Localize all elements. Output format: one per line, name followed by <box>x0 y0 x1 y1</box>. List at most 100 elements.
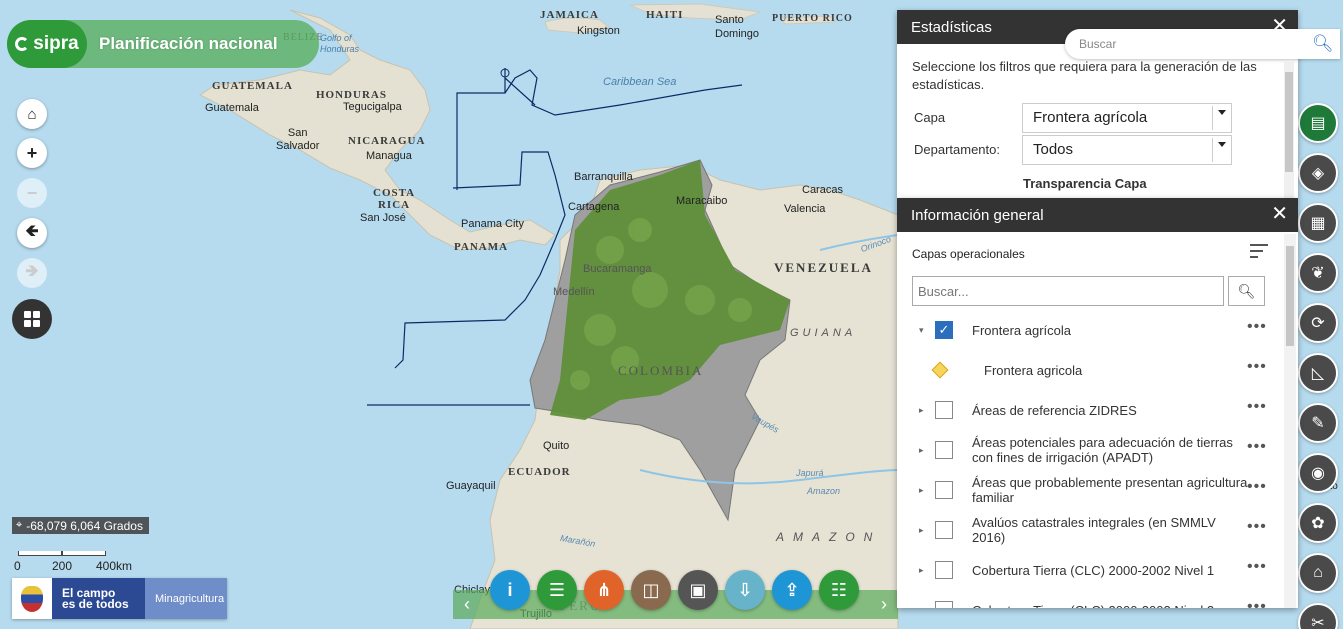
next-extent-button[interactable]: 🡺 <box>17 258 47 288</box>
capa-select-value: Frontera agrícola <box>1033 109 1148 126</box>
departamento-select[interactable]: Todos <box>1022 135 1232 165</box>
caret-down-icon <box>1218 110 1226 115</box>
app-header: sipra Planificación nacional <box>7 20 319 68</box>
more-options-icon[interactable]: ••• <box>1247 358 1267 376</box>
home-button[interactable]: ⌂ <box>17 99 47 129</box>
swipe-icon: ◫ <box>642 579 660 600</box>
layer-item[interactable]: ▸ Áreas potenciales para adecuación de ti… <box>897 430 1298 470</box>
expand-icon[interactable]: ▸ <box>919 445 924 456</box>
zoom-in-button[interactable]: + <box>17 138 47 168</box>
minus-icon: − <box>26 182 38 203</box>
more-options-icon[interactable]: ••• <box>1247 518 1267 536</box>
operational-layers-heading: Capas operacionales <box>912 247 1025 261</box>
layers-stack-tool-button[interactable]: ☷ <box>819 570 859 610</box>
filter-list-icon[interactable] <box>1250 244 1268 262</box>
documents-widget-button[interactable]: ▦ <box>1298 203 1338 243</box>
layer-checkbox[interactable] <box>935 481 953 499</box>
layer-name: Frontera agrícola <box>972 322 1071 338</box>
info-icon: i <box>507 579 513 600</box>
general-info-panel-header: Información general ✕ <box>897 198 1298 232</box>
layer-list-scrollbar[interactable] <box>1284 234 1296 608</box>
search-box[interactable]: Buscar 🔍︎ <box>1065 29 1340 59</box>
logo-text: sipra <box>33 33 79 54</box>
toolbar-prev-button[interactable]: ‹ <box>453 590 481 619</box>
capa-label: Capa <box>914 110 946 125</box>
list-tool-button[interactable]: ☰ <box>537 570 577 610</box>
layer-checkbox[interactable] <box>935 521 953 539</box>
layer-name: Cobertura Tierra (CLC) 2000-2002 Nivel 2 <box>972 603 1252 609</box>
layer-item[interactable]: ▸ Áreas que probablemente presentan agric… <box>897 470 1298 510</box>
apps-button[interactable] <box>12 299 52 339</box>
legend-item[interactable]: Frontera agricola ••• <box>897 350 1298 390</box>
ministry-banner[interactable]: El campo es de todos Minagricultura <box>12 578 227 619</box>
more-options-icon[interactable]: ••• <box>1247 438 1267 456</box>
layer-list: ▾ ✓ Frontera agrícola ••• Frontera agricola •… <box>897 310 1298 608</box>
transparency-heading: Transparencia Capa <box>1023 176 1147 191</box>
arrow-right-icon: 🡺 <box>25 262 39 280</box>
upload-tool-button[interactable]: ⇪ <box>772 570 812 610</box>
location-layers-icon: ◉ <box>1311 465 1325 482</box>
more-options-icon[interactable]: ••• <box>1247 318 1267 336</box>
layer-name: Frontera agricola <box>984 362 1083 378</box>
statistics-scrollbar[interactable] <box>1284 62 1294 198</box>
search-icon[interactable]: 🔍︎ <box>1312 34 1340 54</box>
layer-checkbox[interactable] <box>935 401 953 419</box>
plant-widget-button[interactable]: ❦ <box>1298 253 1338 293</box>
download-icon: ⇩ <box>737 579 753 600</box>
plant-icon: ❦ <box>1311 265 1325 282</box>
zoom-out-button[interactable]: − <box>17 178 47 208</box>
capa-select[interactable]: Frontera agrícola <box>1022 103 1232 133</box>
network-icon: ⋔ <box>596 579 612 600</box>
leaf-widget-button[interactable]: ✎ <box>1298 403 1338 443</box>
network-tool-button[interactable]: ⋔ <box>584 570 624 610</box>
layer-item[interactable]: ▸ Avalúos catastrales integrales (en SMML… <box>897 510 1298 550</box>
area-chart-widget-button[interactable]: ◺ <box>1298 353 1338 393</box>
layer-item[interactable]: ▾ ✓ Frontera agrícola ••• <box>897 310 1298 350</box>
farmer-widget-button[interactable]: ✿ <box>1298 503 1338 543</box>
layer-search-input[interactable]: Buscar... <box>912 276 1224 306</box>
layers-widget-button[interactable]: ◈ <box>1298 153 1338 193</box>
location-layers-widget-button[interactable]: ◉ <box>1298 453 1338 493</box>
layer-item[interactable]: ▸ Áreas de referencia ZIDRES ••• <box>897 390 1298 430</box>
more-options-icon[interactable]: ••• <box>1247 598 1267 608</box>
legend-diamond-icon <box>931 361 949 379</box>
app-title: Planificación nacional <box>99 34 278 53</box>
colombia-crest-logo <box>12 578 52 619</box>
close-icon[interactable]: ✕ <box>1271 204 1288 224</box>
layer-checkbox[interactable] <box>935 561 953 579</box>
print-tool-button[interactable]: ▣ <box>678 570 718 610</box>
arrow-left-icon: 🡸 <box>25 222 39 240</box>
layer-item[interactable]: ▸ Cobertura Tierra (CLC) 2000-2002 Nivel … <box>897 550 1298 590</box>
previous-extent-button[interactable]: 🡸 <box>17 218 47 248</box>
layer-checkbox[interactable] <box>935 441 953 459</box>
expand-icon[interactable]: ▸ <box>919 525 924 536</box>
toolbar-next-button[interactable]: › <box>870 590 898 619</box>
tools-icon: ✂ <box>1311 615 1325 629</box>
download-tool-button[interactable]: ⇩ <box>725 570 765 610</box>
education-widget-button[interactable]: ⌂ <box>1298 553 1338 593</box>
crosshair-icon[interactable]: ⌖ <box>16 519 22 532</box>
scale-label: 200 <box>52 559 73 573</box>
statistics-icon: ▤ <box>1310 115 1326 132</box>
layer-item[interactable]: ▸ Cobertura Tierra (CLC) 2000-2002 Nivel … <box>897 590 1298 608</box>
expand-icon[interactable]: ▸ <box>919 405 924 416</box>
expand-icon[interactable]: ▸ <box>919 605 924 609</box>
more-options-icon[interactable]: ••• <box>1247 558 1267 576</box>
more-options-icon[interactable]: ••• <box>1247 478 1267 496</box>
swipe-tool-button[interactable]: ◫ <box>631 570 671 610</box>
info-tool-button[interactable]: i <box>490 570 530 610</box>
layer-checkbox[interactable]: ✓ <box>935 321 953 339</box>
collapse-icon[interactable]: ▾ <box>919 325 924 336</box>
statistics-widget-button[interactable]: ▤ <box>1298 103 1338 143</box>
print-icon: ▣ <box>689 579 707 600</box>
layer-checkbox[interactable] <box>935 601 953 608</box>
expand-icon[interactable]: ▸ <box>919 565 924 576</box>
sipra-logo[interactable]: sipra <box>7 20 87 68</box>
general-info-panel-title: Información general <box>911 206 1044 224</box>
search-input[interactable]: Buscar <box>1079 37 1312 51</box>
plus-icon: + <box>26 142 38 163</box>
expand-icon[interactable]: ▸ <box>919 485 924 496</box>
layer-search-button[interactable]: 🔍︎ <box>1228 276 1265 306</box>
refresh-search-widget-button[interactable]: ⟳ <box>1298 303 1338 343</box>
more-options-icon[interactable]: ••• <box>1247 398 1267 416</box>
